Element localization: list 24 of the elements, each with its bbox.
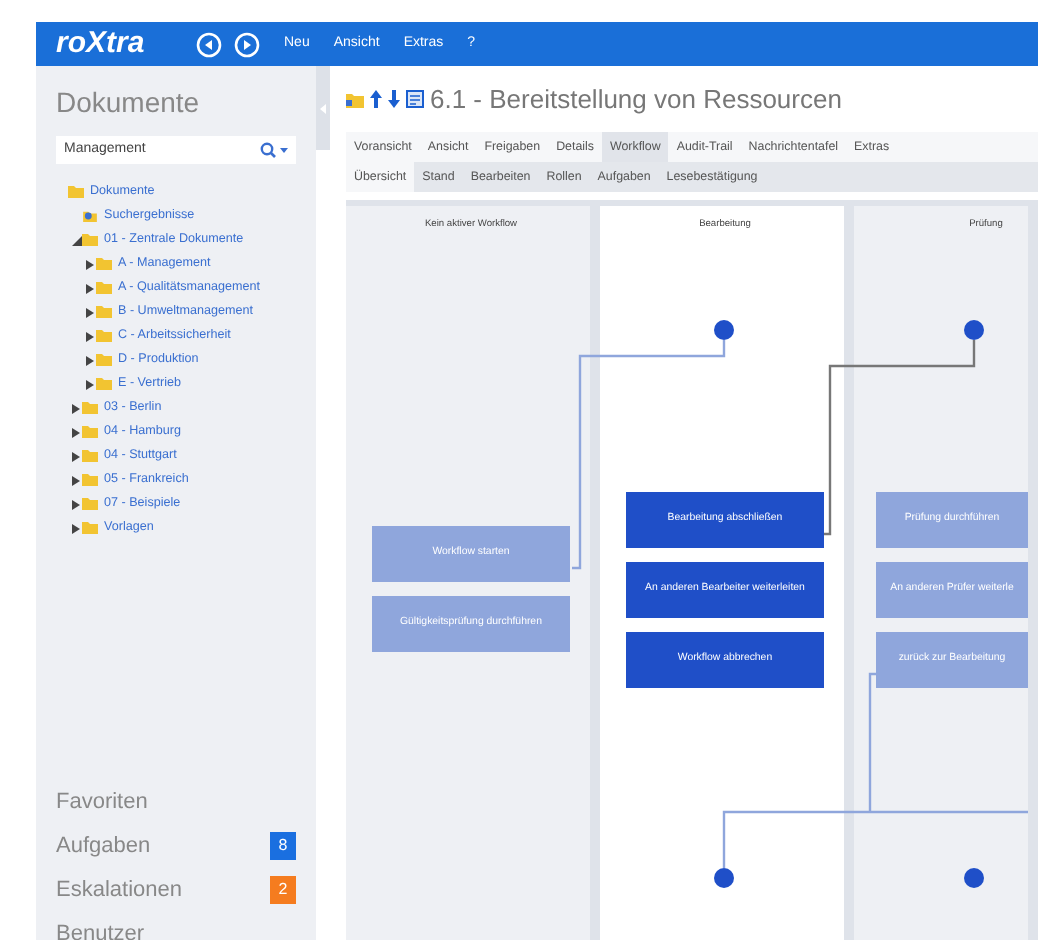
folder-icon: [68, 186, 84, 198]
expanded-caret-icon[interactable]: [71, 235, 81, 245]
node-dot: [714, 868, 734, 888]
sidebar-link[interactable]: Benutzer: [56, 917, 145, 940]
down-arrow-icon[interactable]: [388, 90, 400, 108]
search-folder-icon: [82, 210, 98, 222]
sidebar-link[interactable]: Favoriten: [56, 785, 148, 819]
forward-icon[interactable]: [234, 31, 260, 57]
document-title: 6.1 - Bereitstellung von Ressourcen: [430, 81, 842, 118]
app-logo: roXtra: [56, 23, 147, 64]
count-badge: 8: [270, 832, 296, 860]
back-icon[interactable]: [196, 31, 222, 57]
up-arrow-icon[interactable]: [370, 90, 382, 108]
node-dot: [964, 868, 984, 888]
folder-icon[interactable]: [346, 91, 364, 107]
node-dot: [714, 320, 734, 340]
sidebar-title: Dokumente: [56, 84, 202, 122]
node-dot: [964, 320, 984, 340]
sidebar-link[interactable]: Eskalationen: [56, 873, 182, 907]
document-icon: [406, 90, 424, 108]
search-icon[interactable]: [260, 142, 288, 158]
count-badge: 2: [270, 876, 296, 904]
collapse-handle[interactable]: [316, 66, 330, 150]
sidebar-link[interactable]: Aufgaben: [56, 829, 151, 863]
